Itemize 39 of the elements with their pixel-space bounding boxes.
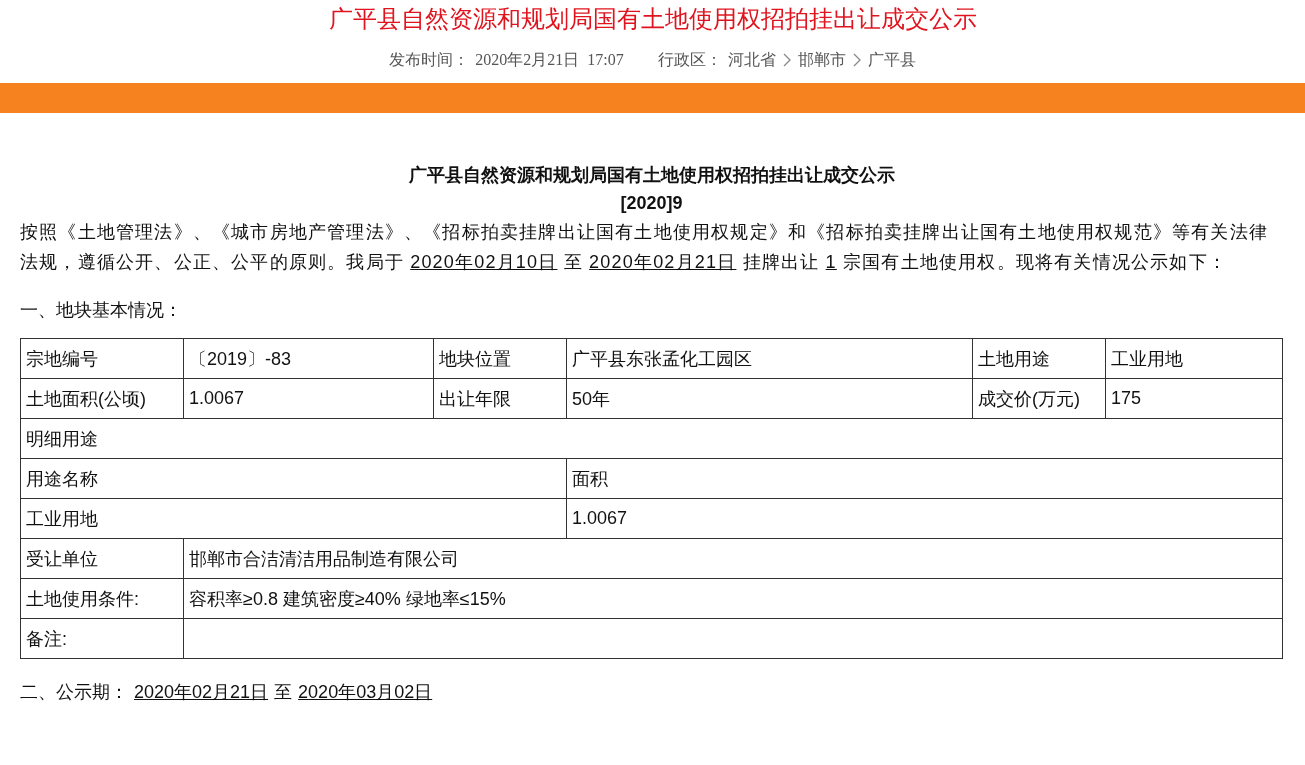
table-cell: 〔2019〕-83	[183, 338, 434, 379]
table-cell: 地块位置	[433, 338, 567, 379]
notice-title: 广平县自然资源和规划局国有土地使用权招拍挂出让成交公示	[407, 164, 896, 187]
chevron-icon	[781, 53, 792, 67]
table-cell: 宗地编号	[20, 338, 184, 379]
table-cell: 容积率≥0.8 建筑密度≥40% 绿地率≤15%	[183, 578, 1283, 619]
table-cell: 明细用途	[20, 418, 1283, 459]
table-cell: 广平县东张孟化工园区	[566, 338, 973, 379]
breadcrumb-link[interactable]: 河北省	[727, 49, 776, 71]
table-cell: 受让单位	[20, 538, 184, 579]
page-title: 广平县自然资源和规划局国有土地使用权招拍挂出让成交公示	[328, 5, 977, 34]
section-heading: 一、地块基本情况：	[20, 299, 183, 322]
breadcrumb-link[interactable]: 广平县	[867, 49, 916, 71]
end-date: 2020年03月02日	[298, 681, 433, 704]
table-cell: 备注:	[20, 618, 184, 659]
table-cell: 成交价(万元)	[972, 378, 1106, 419]
breadcrumb-link[interactable]: 邯郸市	[797, 49, 846, 71]
table-cell: 面积	[566, 458, 1283, 499]
table-cell: 50年	[566, 378, 973, 419]
table-cell: 土地用途	[972, 338, 1106, 379]
region-label: 行政区：	[657, 49, 722, 70]
start-date: 2020年02月21日	[134, 681, 269, 704]
section-heading: 二、公示期：	[20, 681, 128, 704]
table-cell: 1.0067	[183, 378, 434, 419]
notice-number: [2020]9	[619, 192, 684, 215]
table-cell: 土地面积(公顷)	[20, 378, 184, 419]
table-cell: 出让年限	[433, 378, 567, 419]
intro-paragraph: 按照《土地管理法》、《城市房地产管理法》、《招标拍卖挂牌出让国有土地使用权规定》和《招标拍卖挂牌出让国有土地使用权规范》等有关法律法规，遵循公开、公正、公平的原则。我局于 2020年02月10日 至 2020年02月21日 挂牌出让 1 宗国有土地使用权。现将有关情况公示如下：	[20, 221, 1269, 274]
table-cell: 用途名称	[20, 458, 567, 499]
table-cell: 175	[1105, 378, 1283, 419]
publish-label: 发布时间：	[389, 49, 470, 70]
table-cell: 土地使用条件:	[20, 578, 184, 619]
table-cell: 工业用地	[20, 498, 567, 539]
chevron-icon	[851, 53, 862, 67]
table-cell: 邯郸市合洁清洁用品制造有限公司	[183, 538, 1283, 579]
table-cell: 工业用地	[1105, 338, 1283, 379]
publish-time: 2020年2月21日 17:07	[475, 49, 624, 70]
date-separator: 至	[274, 681, 293, 704]
table-cell: 1.0067	[566, 498, 1283, 539]
